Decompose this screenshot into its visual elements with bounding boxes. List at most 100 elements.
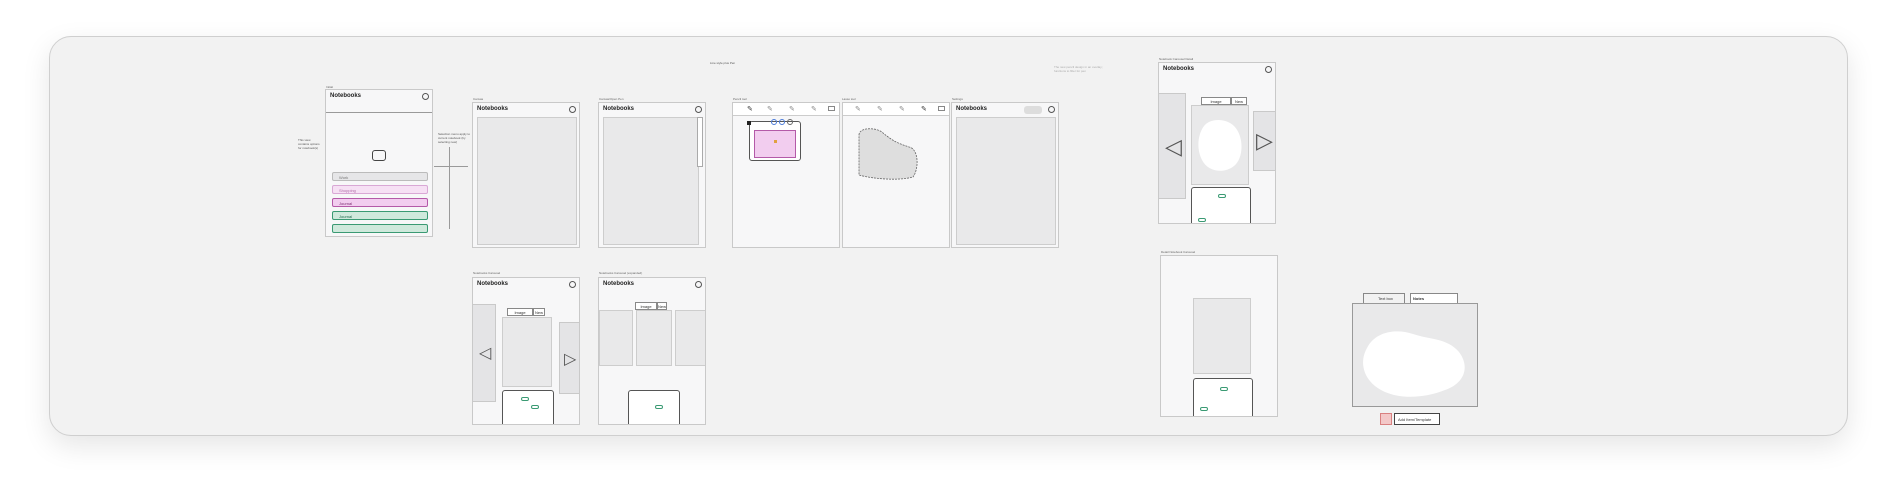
add-item-button[interactable]: Add Item/Template [1394, 413, 1440, 425]
toggle[interactable] [521, 397, 529, 401]
frame-label: Lasso tool [842, 97, 856, 101]
tab-notes[interactable]: New [657, 302, 667, 310]
settings-icon[interactable] [1265, 66, 1272, 73]
toggle[interactable] [531, 405, 539, 409]
color-dot [774, 140, 777, 143]
phone-frame-lasso: ✎ ✎ ✎ ✎ [842, 102, 950, 248]
toggle[interactable] [1200, 407, 1208, 411]
carousel-next[interactable]: ▷ [1253, 111, 1275, 171]
lasso-selection[interactable] [853, 125, 925, 181]
tag-item[interactable]: Journal [332, 198, 428, 207]
toolbar-icons[interactable] [1024, 106, 1042, 114]
page-title: Notebooks [477, 106, 509, 112]
tab-image[interactable]: Image [1201, 97, 1231, 105]
tab-image[interactable]: Image [635, 302, 657, 310]
color-blue[interactable] [779, 119, 785, 125]
tab-notes[interactable]: New [1231, 97, 1247, 105]
settings-icon[interactable] [422, 93, 429, 100]
notebook-card[interactable] [1191, 105, 1249, 185]
carousel-prev[interactable]: ◁ [473, 304, 496, 402]
lasso-icon[interactable]: ✎ [921, 105, 927, 113]
settings-icon[interactable] [695, 281, 702, 288]
notebook-card[interactable] [675, 310, 705, 366]
notebook-card[interactable] [636, 310, 672, 366]
phone-frame-detail-2 [1160, 255, 1278, 417]
tab-image[interactable]: Image [507, 308, 533, 316]
settings-icon[interactable] [695, 106, 702, 113]
info-card [1191, 187, 1251, 223]
frame-label: Detail Notebook Carousel [1161, 250, 1196, 254]
color-swatch[interactable] [754, 130, 796, 158]
annotation: The new pencil design in an overlay; fun… [1054, 65, 1103, 73]
tag-item[interactable]: Shopping [332, 185, 428, 194]
annotation: Selection menu apply to current notebook… [438, 132, 471, 144]
notebook-card[interactable] [599, 310, 633, 366]
tag-item[interactable] [332, 224, 428, 233]
image-panel[interactable] [1352, 303, 1478, 407]
color-black[interactable] [747, 121, 751, 125]
info-card [628, 390, 680, 424]
annotation: Line style plus Pen [710, 61, 736, 65]
toolbar: ✎ ✎ ✎ ✎ [843, 103, 949, 116]
side-panel[interactable] [697, 117, 703, 167]
page-title: Notebooks [956, 106, 988, 112]
toggle[interactable] [655, 405, 663, 409]
notebook-icon[interactable] [372, 150, 386, 161]
chevron-right-icon: ▷ [564, 351, 577, 368]
pencil-icon[interactable]: ✎ [877, 105, 883, 113]
tab-notes[interactable]: Notes [1410, 293, 1458, 303]
phone-frame-canvas: Notebooks [472, 102, 580, 248]
color-gray[interactable] [787, 119, 793, 125]
page-title: Notebooks [603, 106, 635, 112]
settings-icon[interactable] [569, 106, 576, 113]
tag-item[interactable]: Work [332, 172, 428, 181]
phone-frame-carousel: Notebooks ◁ ▷ Image New [472, 277, 580, 425]
frame-label: Notebooks Carousel (expanded) [599, 271, 643, 275]
blob-shape [1198, 120, 1242, 171]
carousel-prev[interactable]: ◁ [1159, 93, 1186, 199]
lasso-icon[interactable] [828, 106, 835, 111]
phone-frame-settings: Notebooks [951, 102, 1059, 248]
pencil-icon[interactable]: ✎ [767, 105, 773, 113]
toggle[interactable] [1220, 387, 1228, 391]
notebook-card[interactable] [1193, 298, 1251, 374]
marker-icon[interactable]: ✎ [899, 105, 905, 113]
settings-icon[interactable] [1048, 106, 1055, 113]
canvas-pane[interactable] [603, 117, 699, 245]
toolbar: ✎ ✎ ✎ ✎ [733, 103, 839, 116]
frame-label: Pencil tool [733, 97, 747, 101]
eraser-icon[interactable] [938, 106, 945, 111]
page-title: Notebooks [477, 281, 509, 287]
phone-frame-pencil: ✎ ✎ ✎ ✎ [732, 102, 840, 248]
pen-popover[interactable] [749, 121, 801, 161]
divider [326, 112, 432, 113]
canvas-pane[interactable] [477, 117, 577, 245]
tab-notes[interactable]: New [533, 308, 545, 316]
canvas: Initial Notebooks Work Shopping Journal … [49, 36, 1848, 436]
page-title: Notebooks [330, 93, 362, 99]
eraser-icon[interactable]: ✎ [811, 105, 817, 113]
connector-line [449, 147, 450, 229]
page-title: Notebooks [1163, 66, 1195, 72]
toggle[interactable] [1218, 194, 1226, 198]
info-card [502, 390, 554, 424]
marker-icon[interactable]: ✎ [789, 105, 795, 113]
pen-icon[interactable]: ✎ [855, 105, 861, 113]
color-blue[interactable] [771, 119, 777, 125]
tab-textbox[interactable]: Text box [1363, 293, 1405, 303]
add-item-icon[interactable] [1380, 413, 1392, 425]
pen-icon[interactable]: ✎ [747, 105, 753, 113]
notebook-card[interactable] [502, 317, 552, 387]
canvas-pane[interactable] [956, 117, 1056, 245]
page-title: Notebooks [603, 281, 635, 287]
settings-icon[interactable] [569, 281, 576, 288]
chevron-left-icon: ◁ [479, 345, 492, 362]
info-card [1193, 378, 1253, 416]
frame-label: Notebooks Carousel [473, 271, 501, 275]
phone-frame-open-pen: Notebooks [598, 102, 706, 248]
toggle[interactable] [1198, 218, 1206, 222]
carousel-next[interactable]: ▷ [559, 322, 579, 394]
tag-item[interactable]: Journal [332, 211, 428, 220]
connector-arrow [434, 166, 468, 167]
blob-shape [1363, 331, 1465, 397]
